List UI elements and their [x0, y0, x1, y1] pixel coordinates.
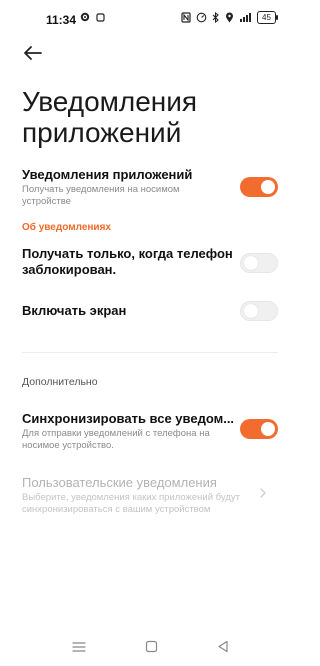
sync-all-toggle[interactable]	[240, 419, 278, 439]
toggle-knob	[244, 256, 258, 270]
page-title: Уведомления приложений	[22, 86, 198, 148]
back-button[interactable]	[20, 40, 48, 66]
setting-subtitle: носимое устройство.	[22, 440, 114, 451]
setting-title: Получать только, когда телефон	[22, 246, 233, 261]
arrow-left-icon	[24, 46, 42, 60]
battery-indicator: 45	[257, 11, 278, 24]
setting-subtitle: Получать уведомления на носимом	[22, 184, 180, 195]
bluetooth-icon	[212, 12, 219, 23]
setting-title: Уведомления приложений	[22, 167, 193, 182]
setting-title: Включать экран	[22, 303, 127, 318]
status-left-icons	[80, 12, 105, 22]
section-header-additional: Дополнительно	[22, 376, 98, 388]
signal-icon	[240, 13, 251, 22]
back-triangle-icon[interactable]	[217, 640, 229, 653]
status-bar: 11:34 45	[0, 0, 300, 40]
toggle-knob	[261, 180, 275, 194]
location-icon	[226, 12, 233, 23]
status-time: 11:34	[46, 13, 77, 27]
navigation-bar	[0, 630, 300, 666]
nfc-icon	[181, 12, 191, 23]
only-when-locked-toggle[interactable]	[240, 253, 278, 273]
setting-title: Пользовательские уведомления	[22, 475, 217, 490]
battery-level: 45	[262, 13, 271, 22]
app-notifications-toggle[interactable]	[240, 177, 278, 197]
speedometer-icon	[196, 12, 207, 23]
setting-title: заблокирован.	[22, 262, 117, 277]
section-header-about: Об уведомлениях	[22, 222, 111, 233]
status-right-icons: 45	[181, 11, 278, 24]
gear-icon	[80, 12, 90, 22]
home-icon[interactable]	[145, 640, 158, 653]
square-icon	[96, 12, 105, 22]
setting-subtitle: устройстве	[22, 196, 71, 207]
toggle-knob	[261, 422, 275, 436]
chevron-right-icon	[260, 488, 266, 498]
setting-subtitle: синхронизироваться с вашим устройством	[22, 504, 211, 515]
menu-icon[interactable]	[72, 641, 86, 653]
toggle-knob	[244, 304, 258, 318]
setting-subtitle: Выберите, уведомления каких приложений б…	[22, 492, 240, 503]
setting-title: Синхронизировать все уведом...	[22, 411, 235, 426]
divider	[22, 352, 278, 353]
setting-subtitle: Для отправки уведомлений с телефона на	[22, 428, 210, 439]
turn-on-screen-toggle[interactable]	[240, 301, 278, 321]
